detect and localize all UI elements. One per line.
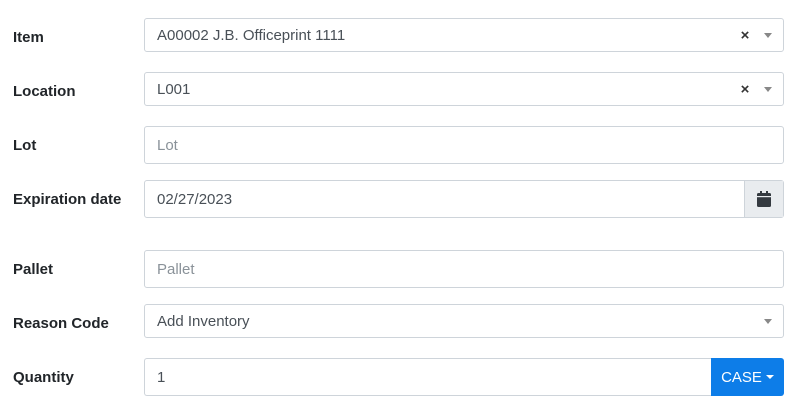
lot-input[interactable]: Lot [144,126,784,164]
location-value: L001 [157,80,191,98]
reason-code-select[interactable]: Add Inventory [144,304,784,338]
location-label: Location [13,83,76,100]
quantity-value: 1 [157,368,166,386]
reason-code-chevron-down-icon[interactable] [764,318,772,324]
quantity-group: 1 CASE [144,358,784,396]
item-label: Item [13,29,44,46]
expiration-date-input[interactable]: 02/27/2023 [144,180,784,218]
reason-code-value: Add Inventory [157,312,250,330]
pallet-label: Pallet [13,261,54,278]
location-clear-button[interactable]: × [738,81,752,98]
expiration-date-value: 02/27/2023 [157,190,233,208]
calendar-button[interactable] [744,181,783,217]
reason-code-label: Reason Code [13,315,109,332]
unit-chevron-down-icon [765,375,774,379]
pallet-placeholder: Pallet [157,260,195,278]
unit-dropdown-button[interactable]: CASE [711,358,784,396]
quantity-input[interactable]: 1 [144,358,711,396]
expiration-date-label: Expiration date [13,191,122,208]
inventory-adjustment-form: Item A00002 J.B. Officeprint 1111 × Loca… [0,0,797,411]
location-chevron-down-icon[interactable] [764,86,772,92]
calendar-icon [757,191,771,207]
location-select[interactable]: L001 × [144,72,784,106]
lot-label: Lot [13,137,37,154]
unit-label: CASE [721,368,762,386]
quantity-label: Quantity [13,369,74,386]
item-select[interactable]: A00002 J.B. Officeprint 1111 × [144,18,784,52]
pallet-input[interactable]: Pallet [144,250,784,288]
item-clear-button[interactable]: × [738,27,752,44]
lot-placeholder: Lot [157,136,178,154]
item-value: A00002 J.B. Officeprint 1111 [157,26,346,44]
item-chevron-down-icon[interactable] [764,32,772,38]
